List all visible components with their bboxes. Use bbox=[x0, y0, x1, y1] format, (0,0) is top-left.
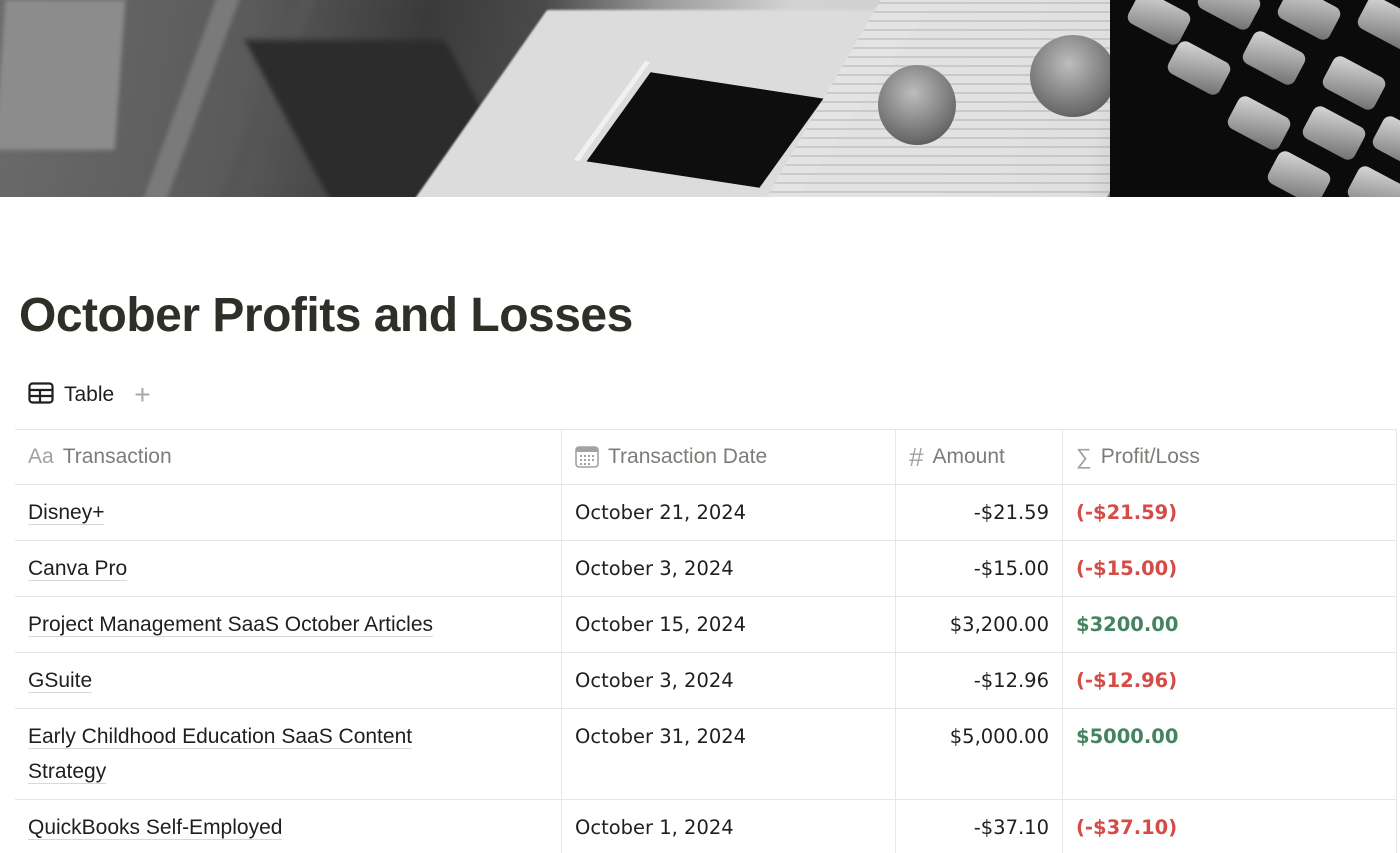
transaction-cell[interactable]: Canva Pro bbox=[15, 541, 561, 596]
profit-loss-value: $5000.00 bbox=[1076, 725, 1179, 748]
view-tab-label: Table bbox=[64, 383, 115, 406]
profit-loss-value: (-$21.59) bbox=[1076, 501, 1178, 524]
amount-cell[interactable]: $3,200.00 bbox=[895, 597, 1062, 652]
column-header-label: Transaction bbox=[62, 445, 172, 468]
view-tab-table[interactable]: Table bbox=[28, 381, 115, 409]
cover-key bbox=[1264, 148, 1334, 197]
table-row[interactable]: GSuite October 3, 2024 -$12.96 (-$12.96) bbox=[15, 653, 1397, 709]
amount-value: $3,200.00 bbox=[949, 613, 1049, 636]
table-row[interactable]: QuickBooks Self-Employed October 1, 2024… bbox=[15, 800, 1397, 853]
transaction-date: October 3, 2024 bbox=[575, 557, 734, 580]
transaction-link[interactable]: GSuite bbox=[28, 669, 93, 693]
amount-cell[interactable]: -$37.10 bbox=[895, 800, 1062, 853]
column-header-label: Profit/Loss bbox=[1100, 445, 1200, 468]
date-cell[interactable]: October 21, 2024 bbox=[561, 485, 895, 540]
number-icon: # bbox=[909, 441, 924, 472]
transaction-cell[interactable]: Disney+ bbox=[15, 485, 561, 540]
amount-value: -$21.59 bbox=[973, 501, 1049, 524]
profit-loss-cell[interactable]: $3200.00 bbox=[1062, 597, 1397, 652]
formula-icon: ∑ bbox=[1076, 444, 1092, 469]
transaction-date: October 3, 2024 bbox=[575, 669, 734, 692]
table-header-row: Aa Transaction Transaction Date # Amount bbox=[15, 430, 1397, 485]
cover-key bbox=[1369, 113, 1400, 173]
column-header-label: Transaction Date bbox=[608, 445, 768, 468]
date-cell[interactable]: October 15, 2024 bbox=[561, 597, 895, 652]
cover-key bbox=[1164, 38, 1234, 98]
amount-cell[interactable]: -$12.96 bbox=[895, 653, 1062, 708]
transaction-date: October 1, 2024 bbox=[575, 816, 734, 839]
profit-loss-cell[interactable]: (-$21.59) bbox=[1062, 485, 1397, 540]
transaction-cell[interactable]: GSuite bbox=[15, 653, 561, 708]
column-header-transaction-date[interactable]: Transaction Date bbox=[561, 430, 895, 484]
transaction-link[interactable]: Canva Pro bbox=[28, 557, 128, 581]
transaction-cell[interactable]: Project Management SaaS October Articles bbox=[15, 597, 561, 652]
database-view-tabs: Table + bbox=[28, 380, 151, 410]
profit-loss-value: (-$37.10) bbox=[1076, 816, 1178, 839]
cover-detail bbox=[0, 0, 126, 150]
profit-loss-value: $3200.00 bbox=[1076, 613, 1179, 636]
amount-cell[interactable]: -$15.00 bbox=[895, 541, 1062, 596]
transaction-date: October 31, 2024 bbox=[575, 725, 747, 748]
amount-value: -$37.10 bbox=[973, 816, 1049, 839]
date-cell[interactable]: October 31, 2024 bbox=[561, 709, 895, 799]
cover-key bbox=[1319, 53, 1389, 113]
page-cover-image[interactable] bbox=[0, 0, 1400, 197]
cover-key bbox=[1354, 0, 1400, 53]
database-table: Aa Transaction Transaction Date # Amount bbox=[15, 429, 1397, 853]
cover-key bbox=[1239, 28, 1309, 88]
profit-loss-cell[interactable]: (-$12.96) bbox=[1062, 653, 1397, 708]
transaction-date: October 21, 2024 bbox=[575, 501, 747, 524]
transaction-link[interactable]: Project Management SaaS October Articles bbox=[28, 613, 434, 637]
table-row[interactable]: Canva Pro October 3, 2024 -$15.00 (-$15.… bbox=[15, 541, 1397, 597]
cover-knob bbox=[878, 65, 956, 145]
date-cell[interactable]: October 3, 2024 bbox=[561, 653, 895, 708]
transaction-date: October 15, 2024 bbox=[575, 613, 747, 636]
cover-key bbox=[1274, 0, 1344, 43]
profit-loss-cell[interactable]: (-$15.00) bbox=[1062, 541, 1397, 596]
transaction-cell[interactable]: QuickBooks Self-Employed bbox=[15, 800, 561, 853]
cover-keys bbox=[1110, 0, 1400, 197]
transaction-link[interactable]: Early Childhood Education SaaS Content S… bbox=[28, 725, 413, 784]
profit-loss-cell[interactable]: $5000.00 bbox=[1062, 709, 1397, 799]
title-property-icon: Aa bbox=[28, 445, 54, 468]
cover-key bbox=[1224, 93, 1294, 153]
cover-key bbox=[1299, 103, 1369, 163]
date-cell[interactable]: October 1, 2024 bbox=[561, 800, 895, 853]
add-view-button[interactable]: + bbox=[134, 381, 150, 409]
cover-knob bbox=[1030, 35, 1116, 117]
profit-loss-value: (-$15.00) bbox=[1076, 557, 1178, 580]
table-row[interactable]: Early Childhood Education SaaS Content S… bbox=[15, 709, 1397, 800]
calendar-icon bbox=[575, 446, 599, 468]
table-row[interactable]: Disney+ October 21, 2024 -$21.59 (-$21.5… bbox=[15, 485, 1397, 541]
transaction-cell[interactable]: Early Childhood Education SaaS Content S… bbox=[15, 709, 561, 799]
transaction-link[interactable]: QuickBooks Self-Employed bbox=[28, 816, 283, 840]
amount-cell[interactable]: $5,000.00 bbox=[895, 709, 1062, 799]
table-icon bbox=[28, 381, 54, 409]
profit-loss-cell[interactable]: (-$37.10) bbox=[1062, 800, 1397, 853]
amount-value: -$15.00 bbox=[973, 557, 1049, 580]
column-header-profit-loss[interactable]: ∑ Profit/Loss bbox=[1062, 430, 1397, 484]
column-header-amount[interactable]: # Amount bbox=[895, 430, 1062, 484]
date-cell[interactable]: October 3, 2024 bbox=[561, 541, 895, 596]
table-row[interactable]: Project Management SaaS October Articles… bbox=[15, 597, 1397, 653]
transaction-link[interactable]: Disney+ bbox=[28, 501, 105, 525]
amount-cell[interactable]: -$21.59 bbox=[895, 485, 1062, 540]
cover-key bbox=[1344, 163, 1400, 197]
column-header-transaction[interactable]: Aa Transaction bbox=[15, 430, 561, 484]
page-title[interactable]: October Profits and Losses bbox=[19, 286, 633, 346]
cover-key bbox=[1194, 0, 1264, 33]
profit-loss-value: (-$12.96) bbox=[1076, 669, 1178, 692]
amount-value: -$12.96 bbox=[973, 669, 1049, 692]
cover-detail bbox=[139, 0, 243, 197]
column-header-label: Amount bbox=[932, 445, 1005, 468]
amount-value: $5,000.00 bbox=[949, 725, 1049, 748]
